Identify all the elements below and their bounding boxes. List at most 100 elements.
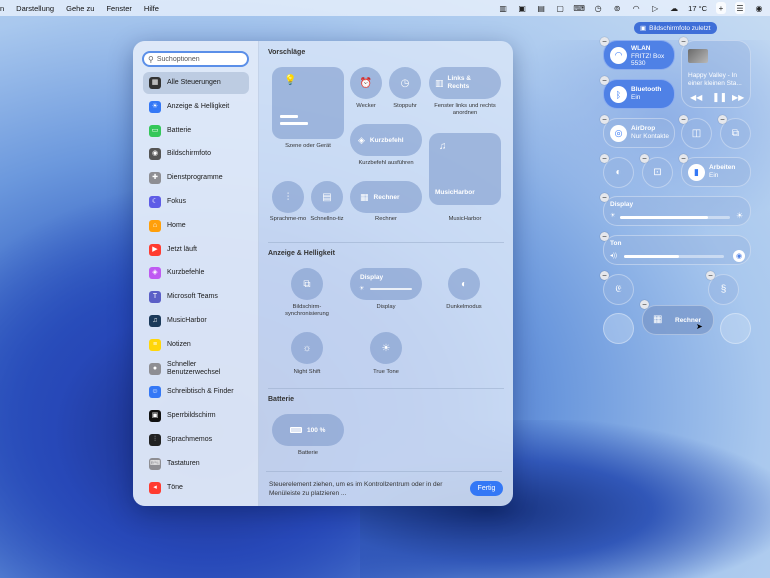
pause-icon[interactable]: ❚❚ [712,92,727,103]
section-title-batterie: Batterie [268,396,295,403]
display-label: Display [376,304,396,310]
moon-icon: ☾ [149,196,161,208]
shortcuts-icon: ◈ [358,134,365,145]
night-shift-icon[interactable]: ☼ [291,332,323,364]
remove-icon[interactable]: − [600,37,609,46]
remove-icon[interactable]: − [640,300,649,309]
display-tile[interactable]: Display ☀ [350,268,422,300]
dark-mode-icon[interactable]: ◐ [448,268,480,300]
temperature-readout[interactable]: 17 °C [688,4,707,13]
search-field[interactable]: ⚲ [142,51,249,67]
phone-icon[interactable]: ▤ [536,4,546,13]
sidebar-item[interactable]: ◂ Töne [143,477,249,499]
sidebar-item[interactable]: ☺ Schreibtisch & Finder [143,381,249,403]
remove-icon[interactable]: − [600,115,609,124]
musicharbor-label: MusicHarbor [448,216,482,222]
remove-icon[interactable]: − [600,232,609,241]
airdrop-status: Nur Kontakte [631,132,669,140]
search-icon: ⚲ [148,54,154,64]
display-slider[interactable] [370,288,412,290]
rewind-icon[interactable]: ◀◀ [690,93,702,102]
siri-icon[interactable]: ◉ [754,4,764,13]
input-icon[interactable]: ⌨ [573,4,585,13]
sidebar-item[interactable]: ♫ MusicHarbor [143,310,249,332]
quick-note-icon[interactable]: ▤ [311,181,343,213]
sidebar-item[interactable]: ⌂ Home [143,215,249,237]
display-tile-title: Display [360,274,384,281]
sidebar-item[interactable]: ⌨ Tastaturen [143,453,249,475]
display-icon[interactable]: ▢ [555,4,565,13]
dragged-calculator-tile[interactable]: ▦ Rechner ➤ [642,305,714,335]
plus-icon[interactable]: + [716,2,726,14]
menu-item-darstellung[interactable]: Darstellung [16,4,54,13]
remove-icon[interactable]: − [718,115,727,124]
sidebar-item[interactable]: ✚ Dienstprogramme [143,167,249,189]
weather-cloud-icon[interactable]: ☁ [669,4,679,13]
scene-device-tile[interactable]: 💡 [272,67,344,139]
stopwatch-icon[interactable]: ◷ [389,67,421,99]
battery-tile[interactable]: 100 % [272,414,344,446]
sidebar-item[interactable]: ● Schneller Benutzerwechsel [143,358,249,380]
timer-icon[interactable]: ◷ [593,4,603,13]
sidebar-item[interactable]: ☾ Fokus [143,191,249,213]
remove-icon[interactable]: − [679,37,688,46]
sidebar-item-label: Fokus [167,198,187,205]
sidebar-item[interactable]: ◈ Kurzbefehle [143,262,249,284]
remove-icon[interactable]: − [600,154,609,163]
waveform-icon[interactable]: ⫶ [272,181,304,213]
search-input[interactable] [156,55,247,63]
play-icon[interactable]: ▷ [650,4,660,13]
sync-label: Bildschirm-synchronisierung [285,304,329,317]
play-icon: ▶ [149,243,161,256]
alarm-icon[interactable]: ⏰ [350,67,382,99]
lock-icon: ▣ [149,410,161,423]
true-tone-icon[interactable]: ☀ [370,332,402,364]
remove-icon[interactable]: − [600,76,609,85]
wifi-icon[interactable]: ◠ [631,4,641,13]
sidebar-item[interactable]: ☀ Anzeige & Helligkeit [143,96,249,118]
sun-icon: ☀ [610,213,616,219]
links-rechts-title: Links & Rechts [447,75,471,90]
remove-icon[interactable]: − [706,271,715,280]
menu-item-gehe-zu[interactable]: Gehe zu [66,4,94,13]
remove-icon[interactable]: − [679,115,688,124]
finder-icon: ☺ [149,386,161,399]
rechner-label: Rechner [375,216,397,222]
musicharbor-tile[interactable]: ♫ MusicHarbor [429,133,501,205]
forward-icon[interactable]: ▶▶ [732,93,744,102]
sidebar-item[interactable]: ▭ Batterie [143,120,249,142]
sidebar-item[interactable]: ▣ Sperrbildschirm [143,405,249,427]
sidebar-item[interactable]: ≡ Notizen [143,334,249,356]
cc-sound-module: Ton ◂)) ◉ [603,235,751,265]
split-view-tile[interactable]: ▥ Links & Rechts [429,67,501,99]
remove-icon[interactable]: − [640,154,649,163]
sidebar-item[interactable]: ▶ Jetzt läuft [143,239,249,261]
remove-icon[interactable]: − [600,271,609,280]
remove-icon[interactable]: − [679,154,688,163]
tv-icon[interactable]: ▣ [517,4,527,13]
screen-mirroring-icon[interactable]: ⧉ [291,268,323,300]
control-center-icon[interactable]: ☰ [735,2,745,14]
sidebar-item[interactable]: ◉ Bildschirmfoto [143,143,249,165]
airplay-output-icon[interactable]: ◉ [733,250,745,262]
cc-now-playing-tile[interactable]: Happy Valley - In einer kleinen Sta... ◀… [681,40,751,108]
sidebar-item-label: Schneller Benutzerwechsel [167,360,221,376]
shortcut-tile[interactable]: ◈ Kurzbefehl [350,124,422,156]
cc-bluetooth-tile[interactable]: ᛒ Bluetooth Ein [603,79,675,109]
calculator-tile[interactable]: ▦ Rechner [350,181,422,213]
screenshot-toast[interactable]: ▣ Bildschirmfoto zuletzt [634,22,717,34]
sidebar-item[interactable]: ⫶ Sprachmemos [143,429,249,451]
kurzbefehl-label: Kurzbefehl ausführen [358,160,414,166]
menu-item-fenster[interactable]: Fenster [106,4,131,13]
menu-item-hilfe[interactable]: Hilfe [144,4,159,13]
done-button[interactable]: Fertig [470,481,503,496]
cc-airdrop-tile[interactable]: ◎ AirDrop Nur Kontakte [603,118,675,148]
menu-item-edit[interactable]: n [0,4,4,13]
remove-icon[interactable]: − [600,193,609,202]
sidebar-item[interactable]: ▦ Alle Steuerungen [143,72,249,94]
sidebar-item[interactable]: T Microsoft Teams [143,286,249,308]
suitcase-icon[interactable]: ▥ [498,4,508,13]
cc-wifi-tile[interactable]: ◠ WLAN FRITZ! Box 5530 [603,40,675,70]
cc-focus-tile[interactable]: ▮ Arbeiten Ein [681,157,751,187]
broadcast-icon[interactable]: ⊚ [612,4,622,13]
